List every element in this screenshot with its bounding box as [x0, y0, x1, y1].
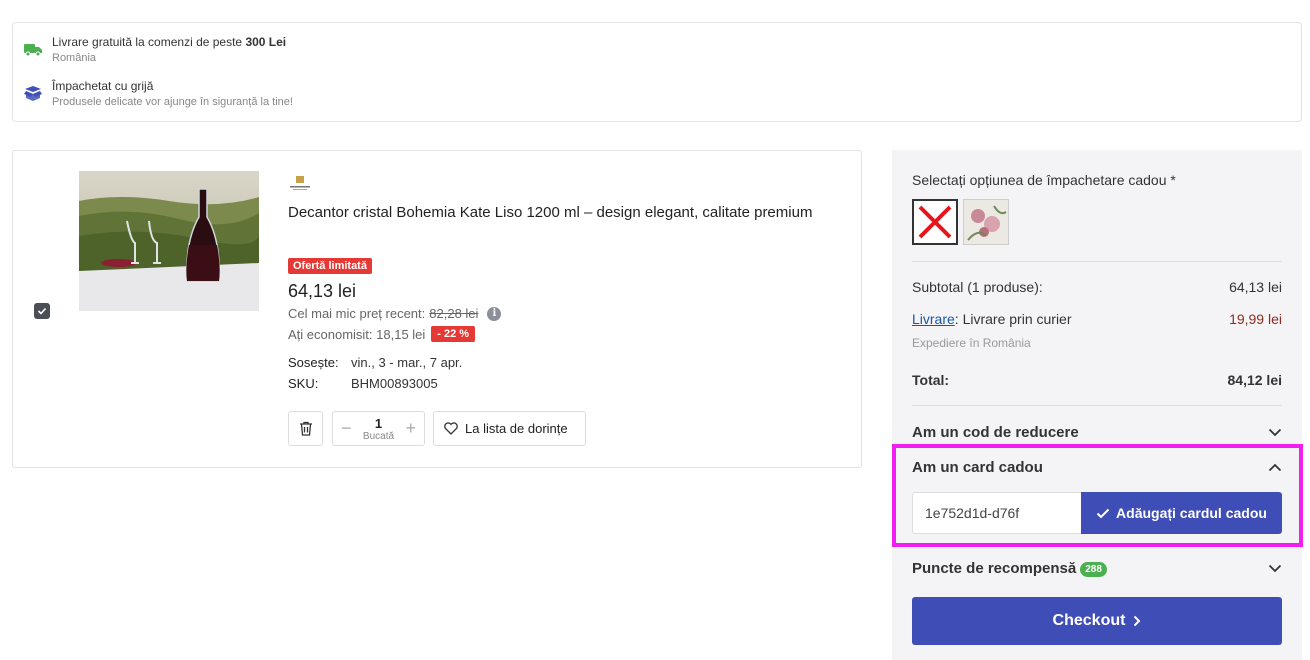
- lowest-price-value: 82,28 lei: [429, 306, 479, 321]
- increase-quantity-button[interactable]: +: [405, 419, 416, 437]
- gift-wrap-option-none[interactable]: [912, 199, 958, 245]
- packing-subtitle: Produsele delicate vor ajunge în siguran…: [52, 96, 293, 108]
- product-image[interactable]: [79, 171, 259, 311]
- divider: [912, 261, 1282, 262]
- floral-wrap-image: [964, 200, 1008, 244]
- product-price: 64,13 lei: [288, 281, 357, 301]
- total-row: Total: 84,12 lei: [912, 372, 1282, 388]
- gift-wrap-label: Selectați opțiunea de împachetare cadou …: [912, 172, 1176, 188]
- subtotal-row: Subtotal (1 produse): 64,13 lei: [912, 279, 1282, 295]
- reward-points-accordion[interactable]: Puncte de recompensă 288: [912, 560, 1282, 577]
- delivery-estimate: Sosește: vin., 3 - mar., 7 apr.: [288, 355, 462, 370]
- discount-badge: - 22 %: [431, 326, 476, 342]
- add-gift-card-button[interactable]: Adăugați cardul cadou: [1081, 492, 1282, 534]
- chevron-up-icon: [1268, 463, 1282, 472]
- subtotal-value: 64,13 lei: [1229, 279, 1282, 295]
- limited-offer-badge: Ofertă limitată: [288, 258, 372, 274]
- reward-points-badge: 288: [1080, 561, 1107, 577]
- chevron-right-icon: [1134, 615, 1141, 627]
- wishlist-label: La lista de dorințe: [465, 421, 568, 436]
- subtotal-label: Subtotal (1 produse):: [912, 279, 1043, 295]
- check-icon: [1096, 508, 1110, 518]
- free-shipping-title: Livrare gratuită la comenzi de peste 300…: [52, 35, 287, 49]
- checkout-button[interactable]: Checkout: [912, 597, 1282, 645]
- heart-icon: [444, 422, 458, 435]
- sku-info: SKU: BHM00893005: [288, 376, 438, 391]
- order-summary-sidebar: Selectați opțiunea de împachetare cadou …: [892, 150, 1303, 660]
- free-shipping-info: Livrare gratuită la comenzi de peste 300…: [23, 35, 286, 66]
- arrives-value: vin., 3 - mar., 7 apr.: [351, 355, 463, 370]
- discount-code-title: Am un cod de reducere: [912, 424, 1079, 441]
- delivery-row: Livrare: Livrare prin curier 19,99 lei: [912, 311, 1282, 327]
- trash-icon: [299, 421, 312, 436]
- product-title[interactable]: Decantor cristal Bohemia Kate Liso 1200 …: [288, 203, 828, 223]
- reward-points-title: Puncte de recompensă: [912, 560, 1077, 577]
- gift-card-accordion[interactable]: Am un card cadou: [912, 459, 1282, 476]
- truck-icon: [24, 44, 42, 57]
- cart-item-card: Decantor cristal Bohemia Kate Liso 1200 …: [12, 150, 862, 468]
- delivery-label: : Livrare prin curier: [954, 311, 1072, 327]
- free-shipping-subtitle: România: [52, 52, 97, 64]
- sku-value: BHM00893005: [351, 376, 438, 391]
- checkout-label: Checkout: [1052, 612, 1126, 629]
- divider: [912, 405, 1282, 406]
- packing-title: Împachetat cu grijă: [52, 79, 154, 93]
- check-icon: [37, 307, 47, 315]
- total-value: 84,12 lei: [1227, 372, 1283, 388]
- lowest-recent-price: Cel mai mic preț recent: 82,28 lei i: [288, 306, 502, 321]
- arrives-key: Sosește:: [288, 355, 339, 370]
- packing-info: Împachetat cu grijă Produsele delicate v…: [23, 79, 293, 110]
- savings-info: Ați economisit: 18,15 lei - 22 %: [288, 326, 476, 342]
- savings-label: Ați economisit: 18,15 lei: [288, 326, 426, 342]
- add-gift-card-label: Adăugați cardul cadou: [1116, 505, 1267, 521]
- info-banner: Livrare gratuită la comenzi de peste 300…: [12, 22, 1302, 122]
- discount-code-accordion[interactable]: Am un cod de reducere: [912, 424, 1282, 441]
- chevron-down-icon: [1268, 428, 1282, 437]
- gift-card-input[interactable]: 1e752d1d-d76f: [912, 492, 1082, 534]
- gift-card-title: Am un card cadou: [912, 459, 1043, 476]
- lowest-price-label: Cel mai mic preț recent:: [288, 306, 426, 321]
- delivery-link[interactable]: Livrare: [912, 311, 955, 327]
- gift-wrap-option-floral[interactable]: [963, 199, 1009, 245]
- brand-logo[interactable]: [288, 175, 312, 193]
- info-icon[interactable]: i: [487, 306, 502, 321]
- remove-item-button[interactable]: [288, 411, 323, 446]
- chevron-down-icon: [1268, 564, 1282, 573]
- item-select-checkbox[interactable]: [34, 303, 50, 319]
- delivery-note: Expediere în România: [912, 336, 1031, 350]
- sku-key: SKU:: [288, 376, 319, 391]
- quantity-stepper[interactable]: − 1 Bucată +: [332, 411, 425, 446]
- add-to-wishlist-button[interactable]: La lista de dorințe: [433, 411, 586, 446]
- package-icon: [24, 86, 42, 101]
- total-label: Total:: [912, 372, 950, 388]
- delivery-value: 19,99 lei: [1229, 311, 1282, 327]
- no-wrap-x-icon: [918, 205, 952, 239]
